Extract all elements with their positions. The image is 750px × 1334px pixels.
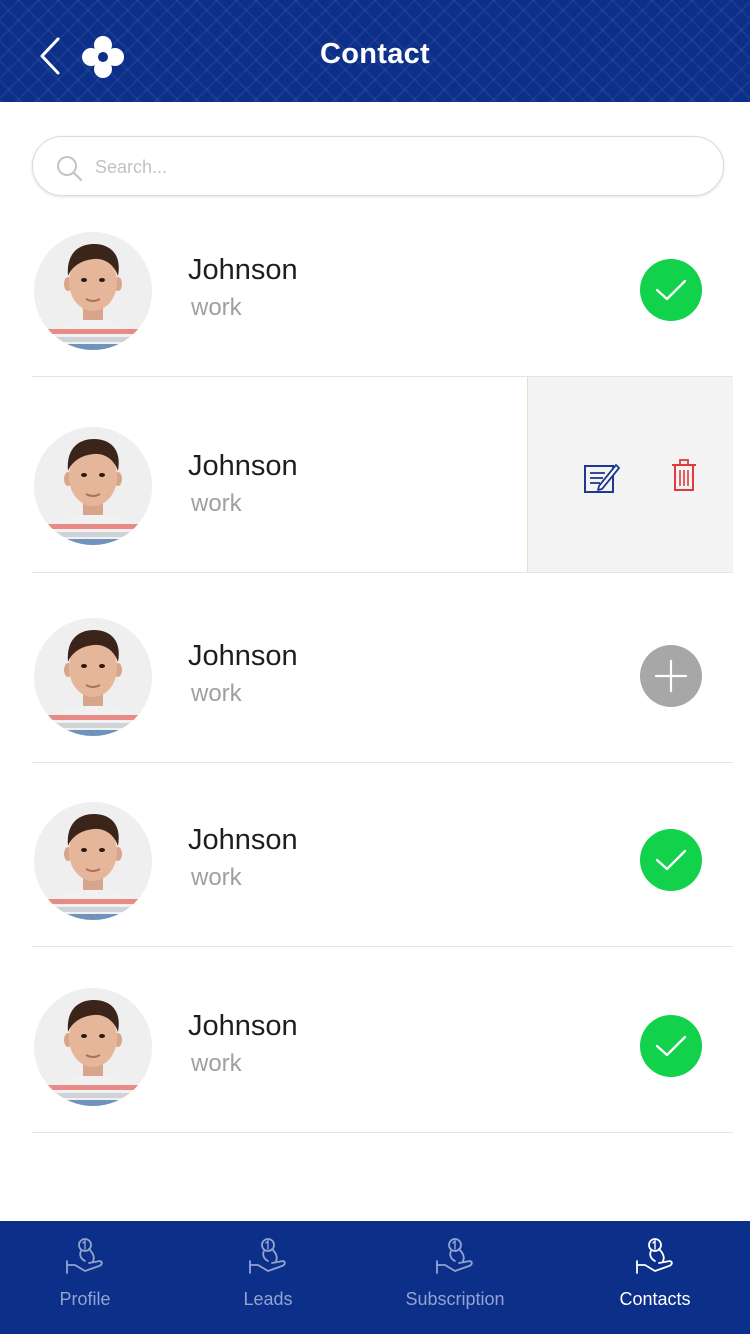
contact-name: Johnson — [188, 824, 298, 856]
nav-label: Leads — [243, 1289, 293, 1309]
check-icon — [655, 1035, 687, 1057]
contact-row[interactable]: Johnson work — [32, 214, 733, 377]
contact-row[interactable]: Johnson work — [32, 573, 733, 763]
avatar — [34, 232, 152, 350]
contact-name: Johnson — [188, 1010, 298, 1042]
avatar — [34, 988, 152, 1106]
selected-check-button[interactable] — [640, 259, 702, 321]
avatar — [34, 802, 152, 920]
contact-row[interactable]: Johnson work — [32, 377, 733, 573]
avatar — [34, 427, 152, 545]
contact-name: Johnson — [188, 450, 298, 482]
plus-icon — [654, 659, 688, 693]
page-title: Contact — [319, 38, 431, 70]
nav-label: Profile — [59, 1289, 111, 1309]
hand-icon — [249, 1238, 286, 1274]
selected-check-button[interactable] — [640, 829, 702, 891]
contact-subtitle: work — [191, 294, 242, 321]
hand-icon — [636, 1238, 673, 1274]
hand-icon — [66, 1238, 103, 1274]
app-header: Contact — [0, 0, 750, 102]
search-input[interactable] — [95, 147, 695, 187]
check-icon — [655, 279, 687, 301]
contact-subtitle: work — [191, 680, 242, 707]
nav-item-profile[interactable]: Profile — [10, 1221, 160, 1334]
hand-icon — [436, 1238, 473, 1274]
contact-name: Johnson — [188, 254, 298, 286]
check-icon — [655, 849, 687, 871]
trash-icon[interactable] — [670, 459, 698, 491]
avatar — [34, 618, 152, 736]
search-bar[interactable] — [32, 136, 724, 196]
row-swipe-actions — [527, 377, 733, 572]
nav-item-subscription[interactable]: Subscription — [375, 1221, 535, 1334]
add-contact-button[interactable] — [640, 645, 702, 707]
contact-subtitle: work — [191, 490, 242, 517]
contact-subtitle: work — [191, 1050, 242, 1077]
bottom-navigation: Profile Leads Subscription Contacts — [0, 1221, 750, 1334]
nav-item-leads[interactable]: Leads — [193, 1221, 343, 1334]
nav-label: Contacts — [619, 1289, 691, 1309]
nav-item-contacts[interactable]: Contacts — [580, 1221, 730, 1334]
nav-label: Subscription — [405, 1289, 505, 1309]
selected-check-button[interactable] — [640, 1015, 702, 1077]
contact-row[interactable]: Johnson work — [32, 763, 733, 947]
contact-name: Johnson — [188, 640, 298, 672]
edit-icon[interactable] — [583, 460, 621, 494]
contact-subtitle: work — [191, 864, 242, 891]
search-icon — [57, 156, 83, 182]
contact-row[interactable]: Johnson work — [32, 947, 733, 1133]
